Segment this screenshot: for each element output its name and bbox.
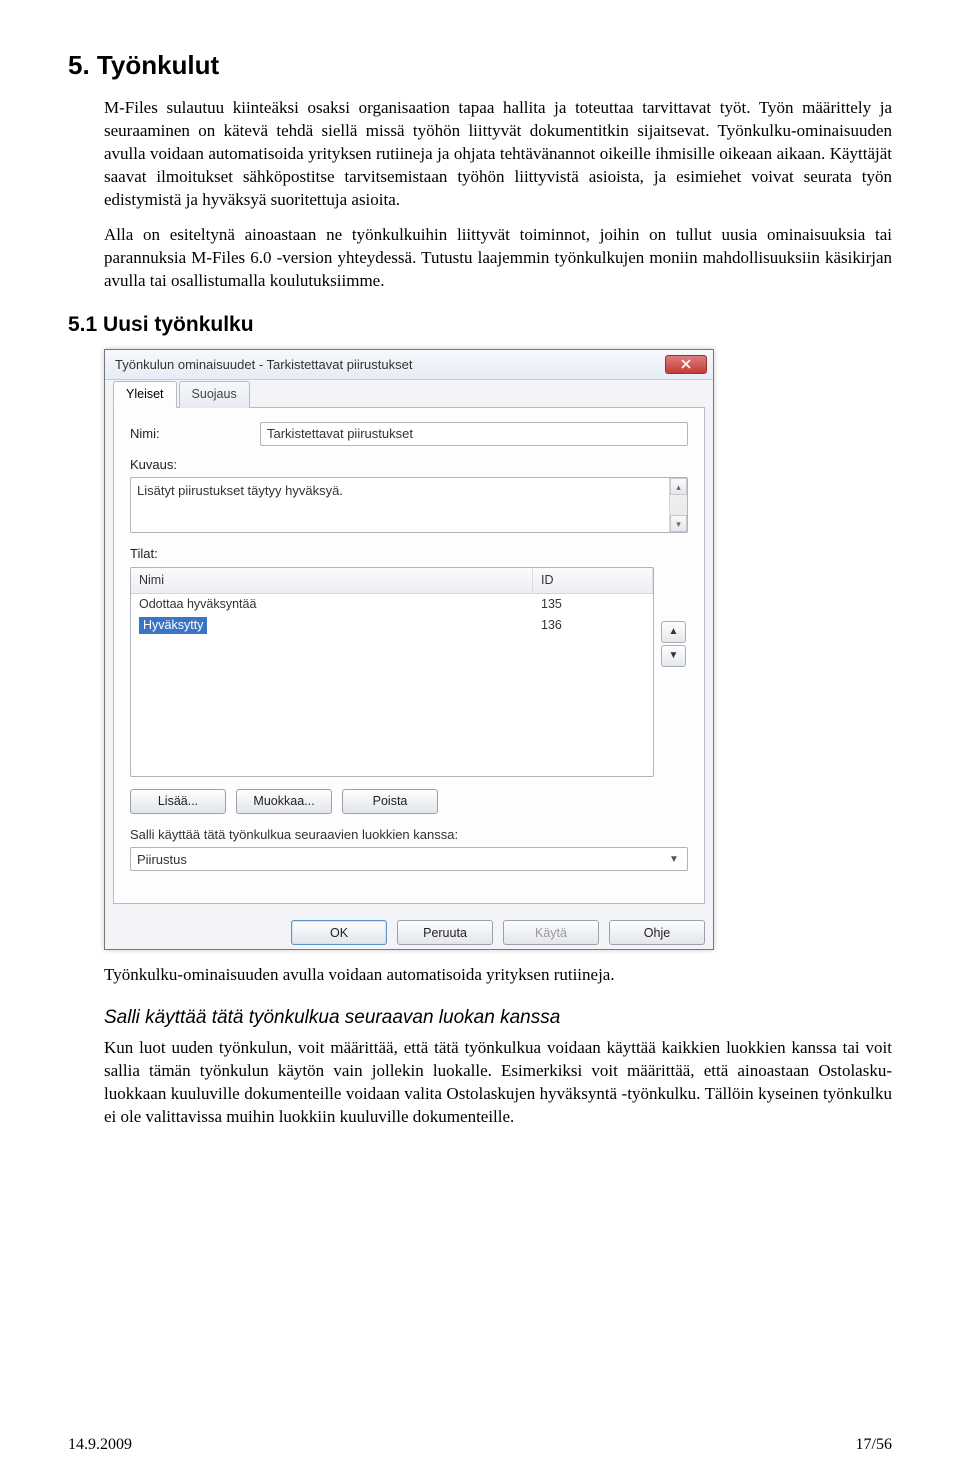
scroll-up-icon[interactable]: ▴ <box>670 478 687 495</box>
chevron-down-icon: ▼ <box>665 853 683 867</box>
paragraph-intro-1: M-Files sulautuu kiinteäksi osaksi organ… <box>104 97 892 212</box>
dialog-title: Työnkulun ominaisuudet - Tarkistettavat … <box>115 356 665 374</box>
label-salli-luokat: Salli käyttää tätä työnkulkua seuraavien… <box>130 826 688 844</box>
dialog-titlebar[interactable]: Työnkulun ominaisuudet - Tarkistettavat … <box>105 350 713 380</box>
cancel-button[interactable]: Peruuta <box>397 920 493 945</box>
class-combobox[interactable]: Piirustus ▼ <box>130 847 688 871</box>
column-header-id[interactable]: ID <box>533 568 653 593</box>
list-item[interactable]: Hyväksytty 136 <box>131 615 653 636</box>
scrollbar-vertical[interactable]: ▴ ▾ <box>669 478 687 532</box>
arrow-up-icon: ▲ <box>669 625 679 639</box>
column-header-nimi[interactable]: Nimi <box>131 568 533 593</box>
help-button[interactable]: Ohje <box>609 920 705 945</box>
edit-button[interactable]: Muokkaa... <box>236 789 332 814</box>
ok-button[interactable]: OK <box>291 920 387 945</box>
apply-button[interactable]: Käytä <box>503 920 599 945</box>
move-up-button[interactable]: ▲ <box>661 621 686 643</box>
paragraph-intro-2: Alla on esiteltynä ainoastaan ne työnkul… <box>104 224 892 293</box>
figure-caption: Työnkulku-ominaisuuden avulla voidaan au… <box>104 964 892 987</box>
tab-suojaus[interactable]: Suojaus <box>179 381 250 408</box>
class-combobox-value: Piirustus <box>137 851 187 869</box>
kuvaus-text: Lisätyt piirustukset täytyy hyväksyä. <box>137 483 343 498</box>
heading-salli-luokka: Salli käyttää tätä työnkulkua seuraavan … <box>104 1005 892 1031</box>
tab-panel-yleiset: Nimi: Tarkistettavat piirustukset Kuvaus… <box>113 407 705 905</box>
nimi-input[interactable]: Tarkistettavat piirustukset <box>260 422 688 446</box>
footer-date: 14.9.2009 <box>68 1434 132 1456</box>
label-nimi: Nimi: <box>130 425 250 443</box>
delete-button[interactable]: Poista <box>342 789 438 814</box>
add-button[interactable]: Lisää... <box>130 789 226 814</box>
close-icon[interactable] <box>665 355 707 374</box>
paragraph-salli-luokka: Kun luot uuden työnkulun, voit määrittää… <box>104 1037 892 1129</box>
label-kuvaus: Kuvaus: <box>130 456 250 474</box>
kuvaus-textarea[interactable]: Lisätyt piirustukset täytyy hyväksyä. ▴ … <box>130 477 688 533</box>
move-down-button[interactable]: ▼ <box>661 645 686 667</box>
tab-yleiset[interactable]: Yleiset <box>113 381 177 408</box>
states-listbox[interactable]: Nimi ID Odottaa hyväksyntää 135 Hyväksyt… <box>130 567 654 777</box>
heading-tyonkulut: 5. Työnkulut <box>68 48 892 83</box>
label-tilat: Tilat: <box>130 545 250 563</box>
arrow-down-icon: ▼ <box>669 649 679 663</box>
list-item[interactable]: Odottaa hyväksyntää 135 <box>131 594 653 615</box>
scroll-down-icon[interactable]: ▾ <box>670 515 687 532</box>
footer-page: 17/56 <box>856 1434 892 1456</box>
heading-uusi-tyonkulku: 5.1 Uusi työnkulku <box>68 311 892 339</box>
workflow-properties-dialog: Työnkulun ominaisuudet - Tarkistettavat … <box>104 349 714 951</box>
